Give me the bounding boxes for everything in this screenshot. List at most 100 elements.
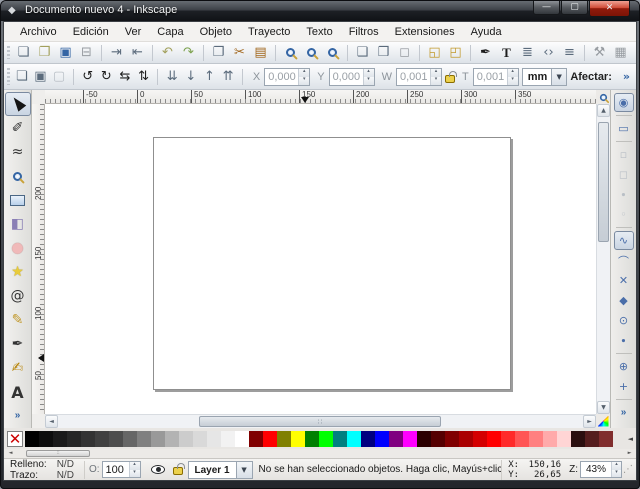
height-field-spinner[interactable]: ▴▾ xyxy=(507,69,518,85)
palette-swatch[interactable] xyxy=(571,431,585,447)
snap-bbox-centers-button[interactable]: ◦ xyxy=(614,205,634,224)
lock-ratio-icon[interactable] xyxy=(445,75,455,83)
rotate-ccw-icon[interactable]: ↺ xyxy=(80,67,96,86)
palette-swatch[interactable] xyxy=(263,431,277,447)
open-document-icon[interactable]: ❐ xyxy=(35,43,54,62)
bezier-pen-tool[interactable]: ✒ xyxy=(5,332,31,356)
horizontal-scroll-thumb[interactable]: ∷ xyxy=(199,416,441,427)
zoom-field[interactable]: 43% ▴▾ xyxy=(580,461,622,478)
align-distribute-icon[interactable]: ≡ xyxy=(560,43,579,62)
x-field-spinner[interactable]: ▴▾ xyxy=(298,69,309,85)
palette-swatch[interactable] xyxy=(557,431,571,447)
raise-one-step-icon[interactable]: ↑ xyxy=(202,67,218,86)
snap-bounding-box-button[interactable]: ▭ xyxy=(614,119,634,138)
palette-swatch[interactable] xyxy=(81,431,95,447)
text-tool[interactable]: A xyxy=(5,380,31,404)
palette-scroll-thumb[interactable]: ⫶⫶ xyxy=(26,450,90,457)
menu-ayuda[interactable]: Ayuda xyxy=(463,24,510,40)
raise-to-top-icon[interactable]: ⇈ xyxy=(220,67,236,86)
horizontal-ruler[interactable]: -50050100150200250300350 xyxy=(45,90,596,104)
ungroup-objects-icon[interactable]: ◰ xyxy=(446,43,465,62)
menu-trayecto[interactable]: Trayecto xyxy=(240,24,298,40)
palette-swatch[interactable] xyxy=(193,431,207,447)
minimize-button[interactable]: — xyxy=(533,1,560,15)
width-field[interactable]: 0,001 ▴▾ xyxy=(396,68,442,86)
palette-swatch[interactable] xyxy=(319,431,333,447)
palette-swatch[interactable] xyxy=(333,431,347,447)
snap-paths-button[interactable]: ⌒ xyxy=(614,251,634,270)
snapbar-overflow-chevron[interactable]: » xyxy=(621,407,627,418)
palette-swatch[interactable] xyxy=(585,431,599,447)
vertical-scrollbar[interactable]: ▲ ▼ xyxy=(596,104,610,414)
node-editor-tool[interactable]: ✐ xyxy=(5,116,31,140)
palette-swatch[interactable] xyxy=(137,431,151,447)
width-field-spinner[interactable]: ▴▾ xyxy=(430,69,441,85)
zoom-spinner[interactable]: ▴▾ xyxy=(611,462,621,477)
tweak-tool[interactable]: ≈ xyxy=(5,140,31,164)
document-page[interactable] xyxy=(153,137,511,390)
unit-dropdown[interactable]: mm ▼ xyxy=(522,68,568,86)
preferences-icon[interactable]: ⚒ xyxy=(590,43,609,62)
select-all-icon[interactable]: ❏ xyxy=(14,67,30,86)
palette-swatch[interactable] xyxy=(95,431,109,447)
ellipse-tool[interactable]: ● xyxy=(5,236,31,260)
text-dialog-icon[interactable]: T xyxy=(497,43,516,62)
new-document-icon[interactable]: ❏ xyxy=(14,43,33,62)
menu-objeto[interactable]: Objeto xyxy=(192,24,240,40)
cms-toggle-corner[interactable] xyxy=(596,90,610,104)
palette-scroll-right-arrow[interactable]: ► xyxy=(625,450,634,457)
paste-icon[interactable]: ▤ xyxy=(251,43,270,62)
deselect-icon[interactable]: ▢ xyxy=(51,67,67,86)
palette-swatch[interactable] xyxy=(53,431,67,447)
duplicate-icon[interactable]: ❑ xyxy=(353,43,372,62)
palette-swatch[interactable] xyxy=(543,431,557,447)
unlink-clone-icon[interactable]: ◻ xyxy=(395,43,414,62)
menu-ver[interactable]: Ver xyxy=(117,24,150,40)
palette-swatch[interactable] xyxy=(291,431,305,447)
palette-swatch[interactable] xyxy=(305,431,319,447)
palette-swatch[interactable] xyxy=(67,431,81,447)
height-field-value[interactable]: 0,001 xyxy=(474,69,507,85)
selector-tool[interactable] xyxy=(5,92,31,116)
palette-swatch[interactable] xyxy=(515,431,529,447)
snap-bbox-corners-button[interactable]: ◻ xyxy=(614,165,634,184)
toolbox-overflow-chevron[interactable]: » xyxy=(15,410,21,421)
x-field-value[interactable]: 0,000 xyxy=(265,69,298,85)
menu-texto[interactable]: Texto xyxy=(298,24,340,40)
menu-archivo[interactable]: Archivo xyxy=(12,24,65,40)
layer-visibility-eye-icon[interactable] xyxy=(151,465,165,474)
vertical-scroll-thumb[interactable] xyxy=(598,122,609,242)
maximize-button[interactable]: ▢ xyxy=(561,1,588,15)
window-resize-grip[interactable]: ⋰ xyxy=(622,464,634,475)
palette-swatch[interactable] xyxy=(235,431,249,447)
layer-lock-icon[interactable] xyxy=(173,467,183,475)
palette-swatch[interactable] xyxy=(389,431,403,447)
no-color-swatch[interactable]: ✕ xyxy=(7,431,23,447)
palette-swatch[interactable] xyxy=(417,431,431,447)
palette-scroll-arrow-icon[interactable]: ◄ xyxy=(628,435,636,443)
zoom-to-drawing-icon[interactable] xyxy=(302,43,321,62)
palette-swatch[interactable] xyxy=(151,431,165,447)
palette-swatch[interactable] xyxy=(39,431,53,447)
palette-swatch[interactable] xyxy=(403,431,417,447)
zoom-tool[interactable] xyxy=(5,164,31,188)
title-bar[interactable]: ◆ Documento nuevo 4 - Inkscape — ▢ ✕ xyxy=(1,1,639,21)
palette-swatch[interactable] xyxy=(529,431,543,447)
layer-dropdown[interactable]: Layer 1 ▼ xyxy=(188,461,253,479)
lower-to-bottom-icon[interactable]: ⇊ xyxy=(164,67,180,86)
copy-icon[interactable]: ❐ xyxy=(209,43,228,62)
calligraphy-tool[interactable]: ✍ xyxy=(5,356,31,380)
palette-swatch[interactable] xyxy=(25,431,39,447)
palette-swatch[interactable] xyxy=(431,431,445,447)
opacity-spinner[interactable]: ▴▾ xyxy=(129,462,140,477)
snap-enabled-button[interactable]: ◉ xyxy=(614,93,634,112)
snap-line-midpoints-button[interactable]: ∙ xyxy=(614,331,634,350)
palette-swatch[interactable] xyxy=(487,431,501,447)
scroll-left-arrow[interactable]: ◄ xyxy=(45,415,58,428)
vertical-ruler[interactable]: 200150100500 xyxy=(32,104,45,414)
lower-one-step-icon[interactable]: ↓ xyxy=(183,67,199,86)
create-clone-icon[interactable]: ❒ xyxy=(374,43,393,62)
menu-edicion[interactable]: Edición xyxy=(65,24,117,40)
canvas[interactable] xyxy=(45,104,598,414)
snap-nodes-paths-button[interactable]: ∿ xyxy=(614,231,634,250)
